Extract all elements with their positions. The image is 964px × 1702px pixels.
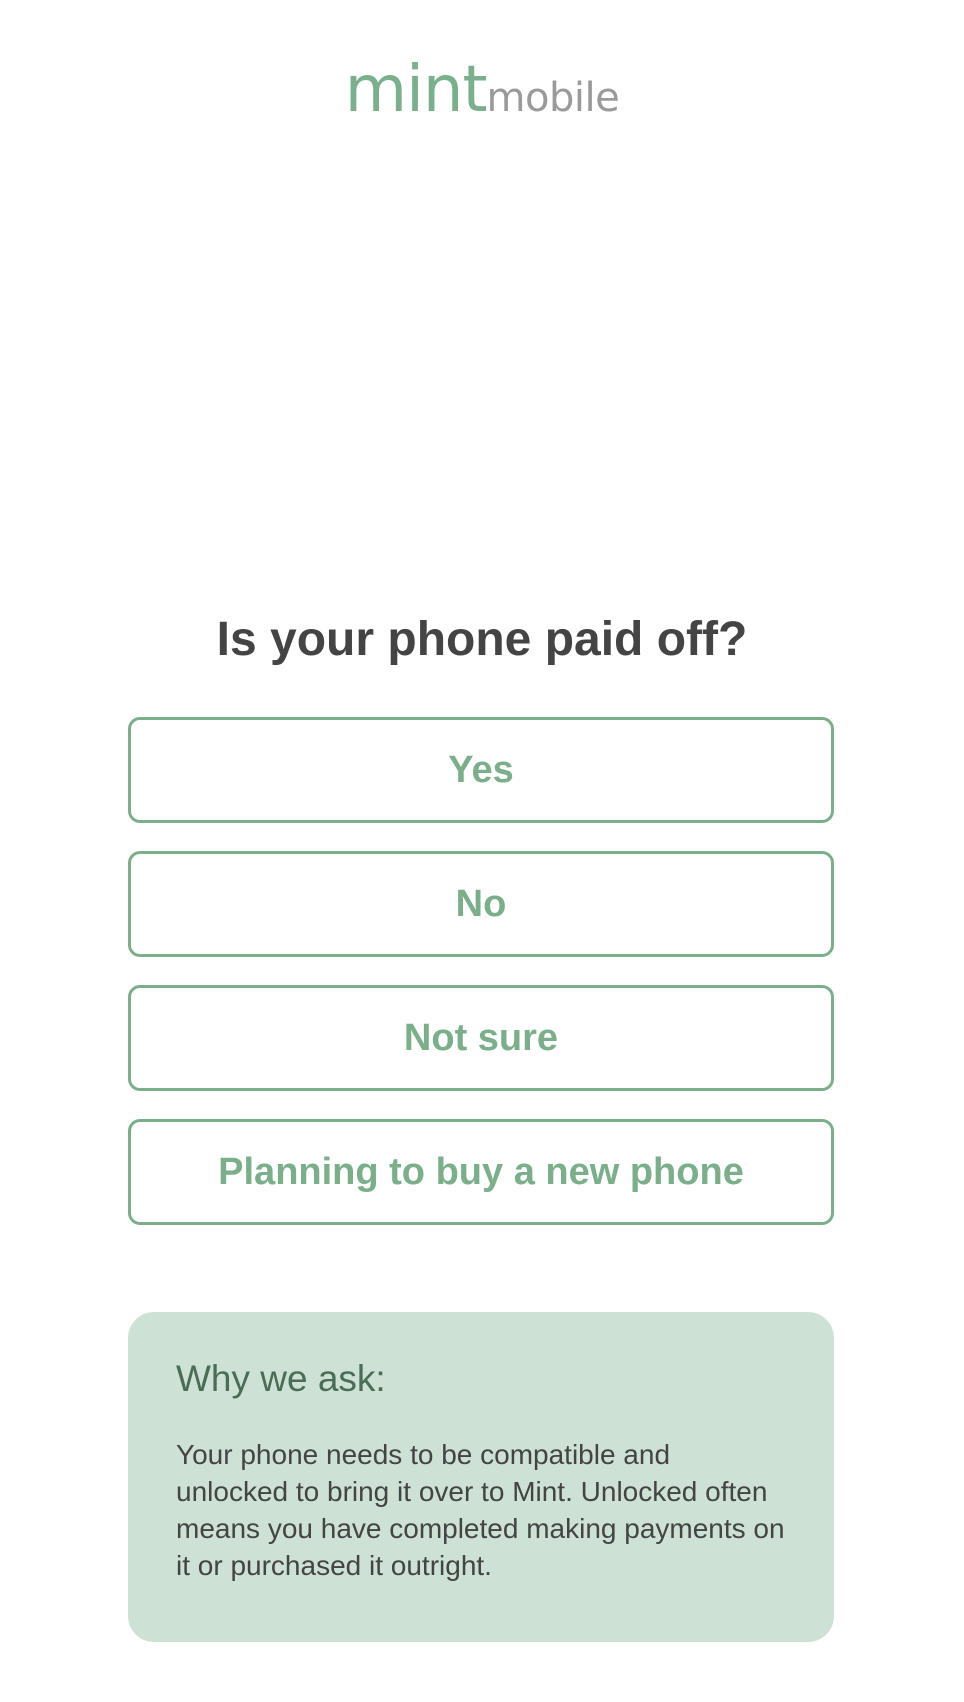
- answer-not-sure-button[interactable]: Not sure: [128, 985, 834, 1091]
- info-body: Your phone needs to be compatible and un…: [176, 1439, 785, 1581]
- logo-mobile-text: mobile: [486, 75, 620, 121]
- question-title: Is your phone paid off?: [216, 613, 748, 666]
- logo-mint-text: mint: [344, 53, 488, 127]
- answer-new-phone-button[interactable]: Planning to buy a new phone: [128, 1119, 834, 1225]
- why-we-ask-box: Why we ask: Your phone needs to be compa…: [128, 1312, 834, 1642]
- mint-mobile-logo: mintmobile: [0, 58, 964, 122]
- info-heading: Why we ask:: [176, 1358, 386, 1399]
- answer-no-button[interactable]: No: [128, 851, 834, 957]
- answer-yes-button[interactable]: Yes: [128, 717, 834, 823]
